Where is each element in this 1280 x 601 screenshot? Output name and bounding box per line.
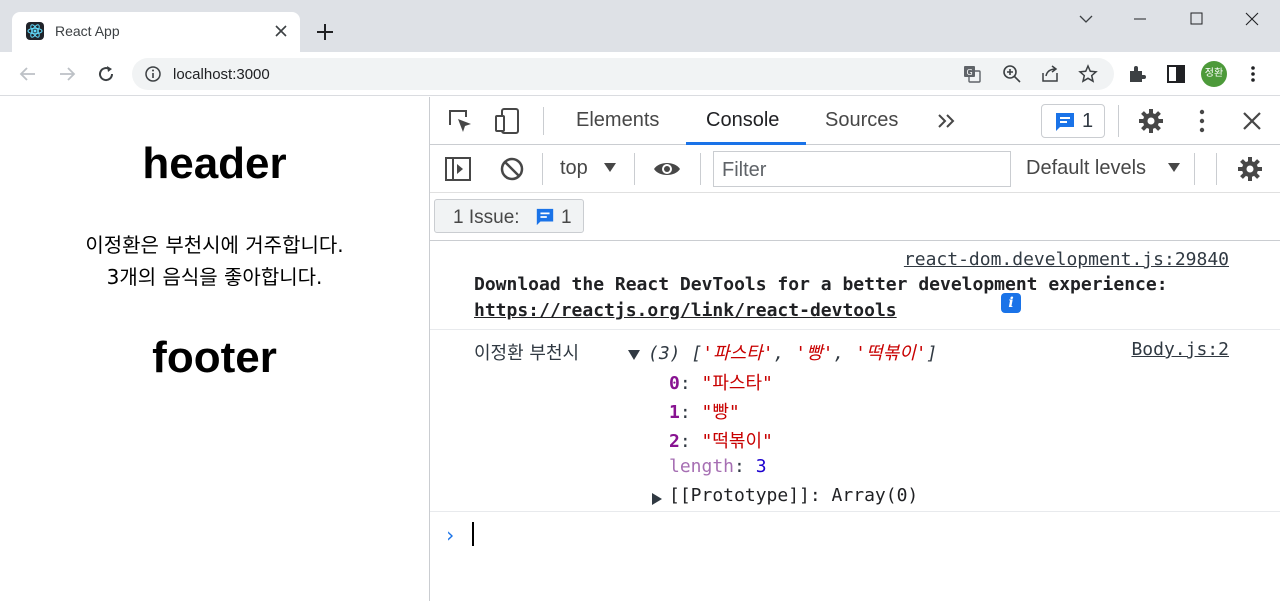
log-levels-dropdown[interactable]: Default levels <box>1026 145 1186 193</box>
inspect-element-icon[interactable] <box>446 107 474 135</box>
console-prompt-chevron-icon: › <box>444 523 457 547</box>
tab-elements[interactable]: Elements <box>576 109 659 132</box>
expand-triangle-icon[interactable] <box>628 345 640 360</box>
new-tab-icon[interactable] <box>313 20 337 44</box>
toolbar-divider <box>634 153 635 185</box>
live-expression-eye-icon[interactable] <box>652 155 680 183</box>
food-count-text: 3개의 음식을 좋아합니다. <box>106 265 323 289</box>
issue-message-icon <box>535 207 555 227</box>
tab-title: React App <box>55 23 120 39</box>
translate-icon[interactable]: G <box>961 63 983 85</box>
prototype-entry[interactable]: [[Prototype]]: Array(0) <box>669 485 918 506</box>
issues-bar: 1 Issue: 1 <box>430 193 1280 241</box>
context-selector[interactable]: top <box>560 145 620 193</box>
device-toolbar-icon[interactable] <box>493 107 521 135</box>
issues-button[interactable]: 1 Issue: 1 <box>434 199 584 233</box>
back-arrow-icon[interactable] <box>16 62 40 86</box>
page-footer: footer <box>152 333 277 382</box>
issues-label: 1 Issue: <box>453 207 520 228</box>
browser-toolbar: localhost:3000 G <box>0 52 1280 96</box>
url-text: localhost:3000 <box>173 66 270 83</box>
log-prefix: 이정환 부천시 <box>474 343 580 364</box>
array-item-2: '떡볶이' <box>855 343 927 364</box>
toolbar-divider <box>1118 105 1119 137</box>
clear-console-icon[interactable] <box>498 155 526 183</box>
console-input-caret[interactable] <box>472 522 474 546</box>
tab-search-chevron-down-icon[interactable] <box>1071 5 1101 33</box>
message-divider <box>430 511 1280 512</box>
sidebar-toggle-icon[interactable] <box>444 155 472 183</box>
tab-close-icon[interactable] <box>270 20 292 42</box>
reload-icon[interactable] <box>94 62 118 86</box>
react-devtools-link[interactable]: https://reactjs.org/link/react-devtools <box>474 300 897 321</box>
forward-arrow-icon[interactable] <box>55 62 79 86</box>
array-preview[interactable]: (3) ['파스타', '빵', '떡볶이'] <box>648 339 937 365</box>
devtools-menu-icon[interactable] <box>1188 107 1216 135</box>
share-icon[interactable] <box>1039 63 1061 85</box>
issues-counter-button[interactable]: 1 <box>1041 104 1105 138</box>
toolbar-divider <box>542 153 543 185</box>
devtools-download-message: Download the React DevTools for a better… <box>474 274 1168 295</box>
page-viewport: header 이정환은 부천시에 거주합니다. 3개의 음식을 좋아합니다. f… <box>0 97 429 601</box>
minimize-icon[interactable] <box>1125 5 1155 33</box>
address-bar[interactable]: localhost:3000 G <box>132 58 1114 90</box>
browser-tab[interactable]: React App <box>12 12 300 52</box>
array-entry: 0: "파스타" <box>669 373 773 394</box>
side-panel-icon[interactable] <box>1165 63 1187 85</box>
toolbar-divider <box>1194 153 1195 185</box>
svg-text:G: G <box>967 68 973 77</box>
array-item-0: '파스타' <box>702 343 774 364</box>
close-window-icon[interactable] <box>1237 5 1267 33</box>
collapse-triangle-icon[interactable] <box>652 489 662 505</box>
issue-message-icon <box>1054 111 1076 133</box>
array-entry: 1: "빵" <box>669 402 740 423</box>
issues-count: 1 <box>561 207 572 228</box>
message-divider <box>430 329 1280 330</box>
array-length: (3) <box>648 343 681 364</box>
filter-input[interactable]: Filter <box>713 151 1011 187</box>
array-length-entry: length: 3 <box>669 456 767 477</box>
toolbar-divider <box>700 153 701 185</box>
toolbar-divider <box>543 107 544 135</box>
maximize-icon[interactable] <box>1181 5 1211 33</box>
residence-text: 이정환은 부천시에 거주합니다. <box>85 233 344 257</box>
source-link-react-dom[interactable]: react-dom.development.js:29840 <box>904 249 1229 270</box>
settings-gear-icon[interactable] <box>1137 107 1165 135</box>
console-output: react-dom.development.js:29840 Download … <box>430 241 1280 601</box>
profile-avatar[interactable]: 정환 <box>1201 61 1227 87</box>
info-icon[interactable]: i <box>1001 293 1021 313</box>
tab-strip: React App <box>0 0 1280 52</box>
bookmark-star-icon[interactable] <box>1077 63 1099 85</box>
close-devtools-icon[interactable] <box>1238 107 1266 135</box>
console-filter-bar: top Filter Default levels <box>430 145 1280 193</box>
issue-count: 1 <box>1082 110 1094 132</box>
array-item-1: '빵' <box>795 343 834 364</box>
devtools-panel: Elements Console Sources 1 top Filter De… <box>429 97 1280 601</box>
more-tabs-chevron-icon[interactable] <box>933 107 961 135</box>
context-dropdown-icon <box>604 163 616 172</box>
extensions-puzzle-icon[interactable] <box>1126 63 1148 85</box>
source-link-body[interactable]: Body.js:2 <box>1131 339 1229 360</box>
page-header: header <box>142 139 287 188</box>
toolbar-divider <box>1216 153 1217 185</box>
site-info-icon[interactable] <box>142 63 164 85</box>
more-menu-icon[interactable] <box>1242 63 1264 85</box>
tab-console[interactable]: Console <box>706 109 779 132</box>
zoom-icon[interactable] <box>1001 63 1023 85</box>
console-settings-gear-icon[interactable] <box>1236 155 1264 183</box>
react-favicon-icon <box>26 22 44 40</box>
browser-window: React App localhost:3000 G 정환 header 이정환… <box>0 0 1280 601</box>
array-entry: 2: "떡볶이" <box>669 431 773 452</box>
tab-sources[interactable]: Sources <box>825 109 898 132</box>
log-levels-label: Default levels <box>1026 157 1147 179</box>
devtools-tab-bar: Elements Console Sources 1 <box>430 97 1280 145</box>
levels-dropdown-icon <box>1168 163 1180 172</box>
context-label: top <box>560 157 588 179</box>
